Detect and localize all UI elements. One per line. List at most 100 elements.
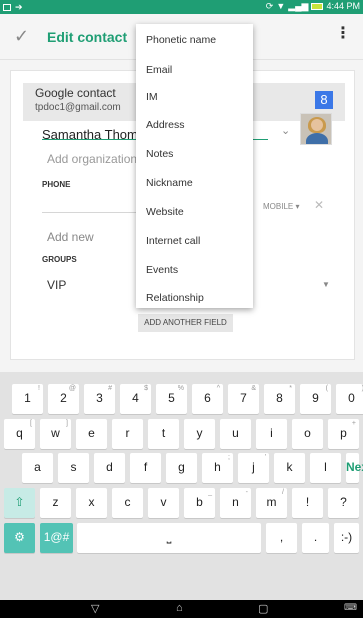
key-w-alt-label: ]: [66, 420, 68, 427]
settings-key[interactable]: ⚙: [4, 523, 35, 553]
menu-item-address[interactable]: Address: [146, 119, 185, 131]
next-key-label: Next: [346, 460, 363, 474]
key-i[interactable]: i: [256, 419, 287, 449]
key-j[interactable]: j ': [238, 453, 269, 483]
group-select[interactable]: VIP: [47, 278, 66, 292]
key-0[interactable]: 0): [336, 384, 363, 414]
key-g-label: g: [178, 460, 185, 474]
add-another-field-button[interactable]: ADD ANOTHER FIELD: [138, 314, 233, 332]
key-s[interactable]: s: [58, 453, 89, 483]
key-m[interactable]: m /: [256, 488, 287, 518]
key-r[interactable]: r: [112, 419, 143, 449]
space-key-label: ⎵: [166, 530, 172, 544]
menu-item-nickname[interactable]: Nickname: [146, 177, 193, 189]
key-h[interactable]: h;: [202, 453, 233, 483]
key-8-alt-label: *: [289, 385, 292, 392]
key-g[interactable]: g: [166, 453, 197, 483]
key-w[interactable]: w]: [40, 419, 71, 449]
key-c-label: c: [124, 495, 131, 509]
home-icon[interactable]: ⌂: [176, 602, 183, 614]
key-4[interactable]: 4 $: [120, 384, 151, 414]
comma-key[interactable]: ,: [266, 523, 297, 553]
emoticon-key[interactable]: :-): [334, 523, 359, 553]
key-3-alt-label: #: [108, 385, 112, 392]
space-key[interactable]: ⎵: [77, 523, 261, 553]
key-7[interactable]: 7 &: [228, 384, 259, 414]
keyboard-icon[interactable]: ⌨: [344, 602, 357, 613]
key-1-label: 1: [24, 391, 31, 405]
key-?-label: ?: [340, 495, 347, 509]
key-y[interactable]: y: [184, 419, 215, 449]
key-v[interactable]: v: [148, 488, 179, 518]
expand-name-chevron-icon[interactable]: ⌄: [281, 124, 290, 137]
key-k[interactable]: k: [274, 453, 305, 483]
key-l[interactable]: l: [310, 453, 341, 483]
key-z[interactable]: z: [40, 488, 71, 518]
page-title: Edit contact: [47, 29, 128, 45]
key-?[interactable]: ?: [328, 488, 359, 518]
key-n[interactable]: n-: [220, 488, 251, 518]
sync-icon: ⟳: [265, 1, 274, 11]
system-nav-bar: ▽ ⌂ ▢ ⌨: [0, 600, 363, 618]
contact-photo[interactable]: [300, 113, 332, 145]
key-q[interactable]: q[: [4, 419, 35, 449]
menu-item-internet-call[interactable]: Internet call: [146, 235, 200, 247]
key-9-label: 9: [312, 391, 319, 405]
key-a[interactable]: a: [22, 453, 53, 483]
key-u[interactable]: u: [220, 419, 251, 449]
key-6[interactable]: 6 ^: [192, 384, 223, 414]
menu-item-website[interactable]: Website: [146, 206, 184, 218]
shift-key-left[interactable]: ⇧: [4, 488, 35, 518]
menu-item-email[interactable]: Email: [146, 64, 172, 76]
key-h-alt-label: ;: [228, 454, 230, 461]
key-e[interactable]: e: [76, 419, 107, 449]
key-7-alt-label: &: [251, 385, 256, 392]
key-d[interactable]: d: [94, 453, 125, 483]
recents-icon[interactable]: ▢: [258, 602, 268, 615]
remove-phone-icon[interactable]: ✕: [314, 198, 324, 212]
key-o[interactable]: o: [292, 419, 323, 449]
key-o-label: o: [304, 426, 311, 440]
key-j-alt-label: ': [264, 454, 266, 461]
key-0-label: 0: [348, 391, 355, 405]
menu-item-notes[interactable]: Notes: [146, 148, 173, 160]
key-2[interactable]: 2 @: [48, 384, 79, 414]
shift-key-left-label: ⇧: [14, 495, 25, 509]
key-r-label: r: [125, 426, 130, 440]
add-new-phone[interactable]: Add new: [47, 230, 94, 244]
menu-item-events[interactable]: Events: [146, 264, 178, 276]
key-3[interactable]: 3 #: [84, 384, 115, 414]
back-icon[interactable]: ▽: [91, 602, 99, 615]
key-4-alt-label: $: [144, 385, 148, 392]
menu-item-im[interactable]: IM: [146, 91, 158, 103]
symbols-key[interactable]: 1@#: [40, 523, 73, 553]
period-key[interactable]: .: [302, 523, 329, 553]
menu-item-phonetic-name[interactable]: Phonetic name: [146, 34, 216, 46]
key-p-alt-label: +: [351, 420, 356, 427]
overflow-menu-icon[interactable]: ⋮: [335, 26, 351, 42]
next-key[interactable]: Next: [346, 453, 363, 483]
done-check-icon[interactable]: ✓: [14, 26, 29, 47]
notification-icon: [3, 3, 11, 11]
key-2-label: 2: [60, 391, 67, 405]
key-p[interactable]: p +: [328, 419, 359, 449]
key-x[interactable]: x: [76, 488, 107, 518]
key-m-label: m: [266, 495, 277, 509]
key-5[interactable]: 5%: [156, 384, 187, 414]
key-b[interactable]: b _: [184, 488, 215, 518]
key-1[interactable]: 1!: [12, 384, 43, 414]
key-d-label: d: [106, 460, 113, 474]
group-dropdown-arrow-icon[interactable]: ▼: [322, 280, 330, 289]
photo-face: [311, 119, 323, 131]
key-8[interactable]: 8 *: [264, 384, 295, 414]
key-f[interactable]: f: [130, 453, 161, 483]
phone-type-select[interactable]: MOBILE ▾: [263, 202, 299, 211]
key-![interactable]: !: [292, 488, 323, 518]
key-m-alt-label: /: [282, 489, 284, 496]
key-c[interactable]: c: [112, 488, 143, 518]
key-t[interactable]: t: [148, 419, 179, 449]
menu-item-relationship[interactable]: Relationship: [146, 292, 204, 304]
key-f-label: f: [143, 460, 148, 474]
key-9[interactable]: 9(: [300, 384, 331, 414]
add-organization-field[interactable]: Add organization: [47, 152, 137, 166]
